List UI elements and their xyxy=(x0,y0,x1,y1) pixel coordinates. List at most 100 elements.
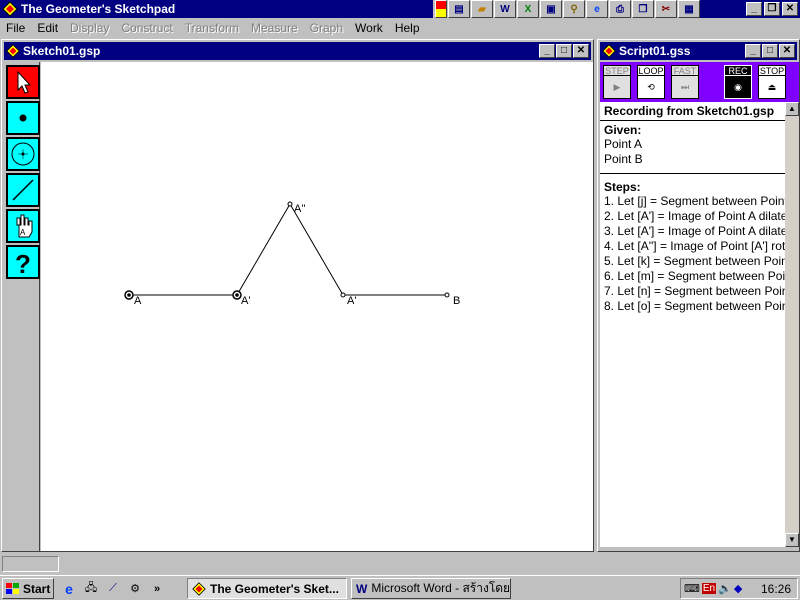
clock[interactable]: 16:26 xyxy=(761,582,791,596)
step-item[interactable]: 7. Let [n] = Segment between Point xyxy=(604,284,785,299)
scroll-down-button[interactable]: ▼ xyxy=(785,533,799,547)
stop-button[interactable]: STOP ⏏ xyxy=(758,65,786,99)
task-button-word[interactable]: W Microsoft Word - สร้างโดย... xyxy=(351,578,511,599)
record-icon: ◉ xyxy=(724,76,752,99)
point-a-prime-1[interactable] xyxy=(232,290,242,300)
close-button[interactable]: ✕ xyxy=(782,2,798,16)
office-shortcut-bar: ▤ ▰ W X ▣ ⚲ e ⎙ ❐ ✂ ▦ xyxy=(433,0,700,18)
menu-help[interactable]: Help xyxy=(389,21,426,35)
tools-icon[interactable]: ✂ xyxy=(655,0,677,18)
sketch-minimize-button[interactable]: _ xyxy=(539,44,555,58)
script-minimize-button[interactable]: _ xyxy=(745,44,761,58)
steps-heading: Steps: xyxy=(604,180,641,194)
sketchpad-app-icon xyxy=(192,581,206,596)
sketch-maximize-button[interactable]: □ xyxy=(556,44,572,58)
magnifier-icon[interactable]: ⚲ xyxy=(563,0,585,18)
menu-measure[interactable]: Measure xyxy=(245,21,304,35)
segment-icon xyxy=(12,179,34,201)
step-item[interactable]: 5. Let [k] = Segment between Point xyxy=(604,254,785,269)
script-window-controls: _ □ ✕ xyxy=(745,44,795,58)
ie-icon[interactable]: e xyxy=(60,580,78,598)
script-vertical-scrollbar[interactable]: ▲ ▼ xyxy=(785,102,799,547)
scroll-up-button[interactable]: ▲ xyxy=(785,102,799,116)
script-body[interactable]: Recording from Sketch01.gsp Given: Point… xyxy=(600,102,785,547)
system-tray: ⌨ En 🔈 ◆ 16:26 xyxy=(680,578,798,599)
loop-button[interactable]: LOOP ⟲ xyxy=(637,65,665,99)
given-item[interactable]: Point A xyxy=(604,137,781,152)
settings-icon[interactable]: ⚙ xyxy=(126,580,144,598)
app-title: The Geometer's Sketchpad xyxy=(21,2,176,16)
step-button[interactable]: STEP ▶ xyxy=(603,65,631,99)
sketch-canvas[interactable]: A A' A'' A' B xyxy=(41,62,593,551)
task-button-sketchpad[interactable]: The Geometer's Sket... xyxy=(187,578,347,599)
minimize-button[interactable]: _ xyxy=(746,2,762,16)
language-indicator[interactable]: En xyxy=(701,583,717,594)
fast-label: FAST xyxy=(671,65,699,76)
menu-file[interactable]: File xyxy=(0,21,31,35)
step-item[interactable]: 4. Let [A''] = Image of Point [A'] rotat… xyxy=(604,239,785,254)
point-tool[interactable] xyxy=(6,101,40,135)
start-button[interactable]: Start xyxy=(2,578,54,599)
step-item[interactable]: 6. Let [m] = Segment between Point xyxy=(604,269,785,284)
step-item[interactable]: 2. Let [A'] = Image of Point A dilated xyxy=(604,209,785,224)
label-point-a-double-prime[interactable]: A'' xyxy=(294,203,306,215)
object-info-tool[interactable]: ? xyxy=(6,245,40,279)
speaker-icon[interactable]: 🔈 xyxy=(718,582,732,595)
script-close-button[interactable]: ✕ xyxy=(779,44,795,58)
label-point-a-prime-1[interactable]: A' xyxy=(241,295,250,307)
script-toolbar: STEP ▶ LOOP ⟲ FAST ⏭ REC ◉ STOP ⏏ xyxy=(600,62,799,102)
compass-tool[interactable] xyxy=(6,137,40,171)
rec-button[interactable]: REC ◉ xyxy=(724,65,752,99)
segment-k[interactable] xyxy=(236,203,291,296)
restore-button[interactable]: ❐ xyxy=(764,2,780,16)
screen-icon[interactable]: ▣ xyxy=(540,0,562,18)
fast-forward-icon: ⏭ xyxy=(671,76,699,99)
step-item[interactable]: 8. Let [o] = Segment between Point xyxy=(604,299,785,314)
status-field xyxy=(2,556,59,572)
menu-graph[interactable]: Graph xyxy=(304,21,349,35)
network-icon[interactable]: 🖧 xyxy=(82,580,100,598)
printer-icon[interactable]: ⎙ xyxy=(609,0,631,18)
straightedge-tool[interactable] xyxy=(6,173,40,207)
steps-section: Steps: 1. Let [j] = Segment between Poin… xyxy=(600,174,785,316)
step-item[interactable]: 1. Let [j] = Segment between Point A xyxy=(604,194,785,209)
step-item[interactable]: 3. Let [A'] = Image of Point A dilated xyxy=(604,224,785,239)
menu-transform[interactable]: Transform xyxy=(179,21,245,35)
svg-text:?: ? xyxy=(15,249,31,276)
ie-icon[interactable]: e xyxy=(586,0,608,18)
sketch-close-button[interactable]: ✕ xyxy=(573,44,589,58)
excel-icon[interactable]: X xyxy=(517,0,539,18)
point-a-prime-2[interactable] xyxy=(340,292,346,298)
point-b[interactable] xyxy=(444,292,450,298)
point-a-double-prime[interactable] xyxy=(287,201,293,207)
menu-edit[interactable]: Edit xyxy=(31,21,64,35)
label-point-b[interactable]: B xyxy=(453,295,460,307)
script-title-bar[interactable]: Script01.gss _ □ ✕ xyxy=(600,42,797,60)
monitor-icon[interactable]: ▦ xyxy=(678,0,700,18)
point-a[interactable] xyxy=(124,290,134,300)
sketch-doc-icon xyxy=(6,44,20,58)
copy-icon[interactable]: ❐ xyxy=(632,0,654,18)
menu-construct[interactable]: Construct xyxy=(115,21,178,35)
fast-button[interactable]: FAST ⏭ xyxy=(671,65,699,99)
given-item[interactable]: Point B xyxy=(604,152,781,167)
text-tool[interactable]: A xyxy=(6,209,40,243)
keyboard-icon[interactable]: ⌨ xyxy=(684,582,700,595)
arrow-tool[interactable] xyxy=(6,65,40,99)
label-point-a-prime-2[interactable]: A' xyxy=(347,295,356,307)
menu-display[interactable]: Display xyxy=(64,21,115,35)
script-maximize-button[interactable]: □ xyxy=(762,44,778,58)
sketch-window: Sketch01.gsp _ □ ✕ A ? A A' A'' A' B xyxy=(1,39,594,552)
ruler-icon[interactable]: ⟋ xyxy=(104,580,122,598)
word-icon: W xyxy=(356,581,368,596)
colors-icon[interactable] xyxy=(435,0,447,18)
segment-m[interactable] xyxy=(289,203,344,296)
sketch-title-bar[interactable]: Sketch01.gsp _ □ ✕ xyxy=(4,42,591,60)
word-icon[interactable]: W xyxy=(494,0,516,18)
more-chevron-icon[interactable]: » xyxy=(148,580,166,598)
notepad-icon[interactable]: ▤ xyxy=(448,0,470,18)
chat-icon[interactable]: ◆ xyxy=(734,582,742,595)
label-point-a[interactable]: A xyxy=(134,295,141,307)
folder-icon[interactable]: ▰ xyxy=(471,0,493,18)
menu-work[interactable]: Work xyxy=(349,21,389,35)
